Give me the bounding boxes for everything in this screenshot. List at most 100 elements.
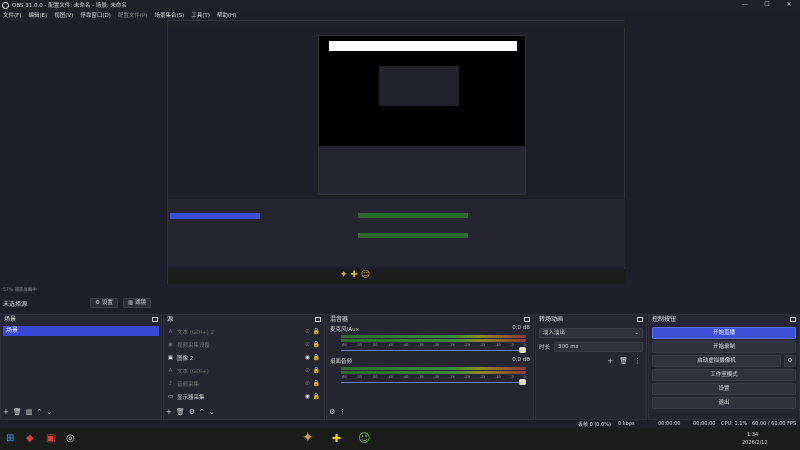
add-icon[interactable]: + [607,357,613,365]
add-icon[interactable]: + [3,408,9,416]
controls-dock: 控制按钮 开始直播 开始录制 启动虚拟摄像机 ⚙ 工作室模式 设置 退出 [648,314,800,420]
more-icon[interactable]: ⋮ [339,408,346,416]
transitions-dock: 转场动画 淡入淡出 ⌄ 时长 300 ms + 🗑 ⋮ [535,314,647,420]
volume-meter [341,371,526,374]
source-item[interactable]: A 文本 (GDI+) 2 ⊘ 🔒 [164,325,324,338]
captured-screen: ✦ ✚ ☺ [167,20,625,284]
visibility-off-icon[interactable]: ⊘ [305,380,310,387]
stream-time: 00:00:00 [658,421,681,427]
clock-time: 1:34 [747,432,759,438]
menu-bar: 文件(F) 编辑(E) 视图(V) 停靠窗口(D) 配置文件(P) 场景集合(S… [0,10,800,20]
trash-icon[interactable]: 🗑 [13,408,22,416]
channel-db: 0.0 dB [512,357,530,363]
controls-header: 控制按钮 [649,315,799,325]
wechat-icon: ☺ [358,431,371,445]
source-filters-button[interactable]: ▥ 滤镜 [123,298,151,308]
scene-list-item[interactable]: 场景 [3,326,159,336]
filter-icon[interactable]: ▥ [26,408,33,416]
window-title: OBS 31.0.0 - 配置文件: 未命名 - 场景: 未命名 [12,3,127,9]
source-item[interactable]: ◉ 视频采集设备 ⊘ 🔒 [164,338,324,351]
trash-icon[interactable]: 🗑 [619,357,628,365]
lock-icon[interactable]: 🔒 [313,367,320,374]
studio-mode-button[interactable]: 工作室模式 [652,369,796,381]
source-item[interactable]: ▭ 显示器采集 ◉ 🔒 [164,390,324,403]
transitions-header: 转场动画 [536,315,646,325]
settings-button[interactable]: 设置 [652,383,796,395]
minimize-icon[interactable]: — [734,0,756,10]
windows-start-icon[interactable]: ⊞ [6,433,14,444]
lock-icon[interactable]: 🔒 [313,380,320,387]
image-icon: ▣ [167,354,174,361]
volume-meter [341,367,526,370]
arrow-down-icon[interactable]: ⌄ [209,408,215,416]
mixer-header: 混音器 [327,315,533,325]
undock-icon[interactable] [152,317,158,322]
menu-profile[interactable]: 配置文件(P) [118,11,148,19]
maximize-icon[interactable]: ☐ [756,0,778,10]
visibility-on-icon[interactable]: ◉ [305,354,310,361]
close-icon[interactable]: ✕ [778,0,800,10]
plus-icon: ✚ [332,432,342,445]
transition-select[interactable]: 淡入淡出 ⌄ [539,328,643,338]
gear-icon[interactable]: ⚙ [189,408,195,416]
start-streaming-button[interactable]: 开始直播 [652,327,796,339]
title-bar: OBS 31.0.0 - 配置文件: 未命名 - 场景: 未命名 — ☐ ✕ [0,0,800,10]
preview-canvas[interactable]: ✦ ✚ ☺ [167,20,625,284]
source-item[interactable]: A 文本 (GDI+) ⊘ 🔒 [164,364,324,377]
menu-docks[interactable]: 停靠窗口(D) [80,11,111,19]
exit-button[interactable]: 退出 [652,397,796,409]
volume-slider[interactable] [341,379,526,385]
channel-name: 桌面音频 [330,359,353,365]
gear-icon[interactable]: ⚙ [329,408,335,416]
no-source-label: 未选择源 [3,301,28,308]
menu-file[interactable]: 文件(F) [3,11,21,19]
lock-icon[interactable]: 🔒 [313,354,320,361]
transitions-toolbar: + 🗑 ⋮ [607,357,641,365]
camera-icon: ◉ [168,341,173,348]
scenes-dock: 场景 场景 + 🗑 ▥ ⌃ ⌄ [0,314,162,420]
undock-icon[interactable] [790,317,796,322]
audio-mixer-dock: 混音器 麦克风/Aux 0.0 dB -60 -55 -50 -45 -40 -35 -30-… [326,314,534,420]
more-icon[interactable]: ⋮ [634,357,641,365]
text-icon: A [168,367,173,374]
menu-help[interactable]: 帮助(H) [217,11,236,19]
undock-icon[interactable] [524,317,530,322]
start-recording-button[interactable]: 开始录制 [652,341,796,353]
menu-view[interactable]: 视图(V) [54,11,73,19]
status-bar: 丢帧 0 (0.0%) 0 kbps 00:00:00 00:00:00 CPU… [0,420,800,428]
trash-icon[interactable]: 🗑 [176,408,185,416]
lock-icon[interactable]: 🔒 [313,341,320,348]
filter-icon: ▥ [128,300,134,306]
duration-input[interactable]: 300 ms [554,342,643,352]
lock-icon[interactable]: 🔒 [313,393,320,400]
sources-dock: 源 A 文本 (GDI+) 2 ⊘ 🔒 ◉ 视频采集设备 ⊘ 🔒 ▣ 图像 2 ◉ 🔒 A 文本 (… [163,314,325,420]
taskbar: ⊞ ◆ ▣ ◎ ✦ ✚ ☺ 1:34 2026/2/12 [0,428,800,450]
arrow-down-icon[interactable]: ⌄ [46,408,52,416]
visibility-on-icon[interactable]: ◉ [305,393,310,400]
cpu-usage: CPU: 1.1% [721,421,748,427]
start-virtual-camera-button[interactable]: 启动虚拟摄像机 [652,355,781,367]
arrow-up-icon[interactable]: ⌃ [199,408,205,416]
arrow-up-icon[interactable]: ⌃ [36,408,42,416]
app-icon[interactable]: ◆ [26,433,34,444]
undock-icon[interactable] [315,317,321,322]
menu-tools[interactable]: 工具(T) [191,11,210,19]
undock-icon[interactable] [637,317,643,322]
visibility-off-icon[interactable]: ⊘ [305,341,310,348]
source-item[interactable]: ▣ 图像 2 ◉ 🔒 [164,351,324,364]
lock-icon[interactable]: 🔒 [313,328,320,335]
app-icon[interactable]: ▣ [46,433,55,444]
channel-db: 0.0 dB [512,325,530,331]
add-icon[interactable]: + [166,408,172,416]
gear-icon[interactable]: ⚙ [784,355,796,367]
source-item[interactable]: ♪ 音频采集 ⊘ 🔒 [164,377,324,390]
audio-icon: ♪ [168,380,173,387]
visibility-off-icon[interactable]: ⊘ [305,328,310,335]
source-settings-button[interactable]: ⚙ 设置 [90,298,118,308]
chevron-down-icon: ⌄ [634,330,639,336]
menu-scene-collection[interactable]: 场景集合(S) [154,11,184,19]
visibility-off-icon[interactable]: ⊘ [305,367,310,374]
obs-taskbar-icon[interactable]: ◎ [66,433,75,444]
volume-slider[interactable] [341,347,526,353]
menu-edit[interactable]: 编辑(E) [28,11,47,19]
